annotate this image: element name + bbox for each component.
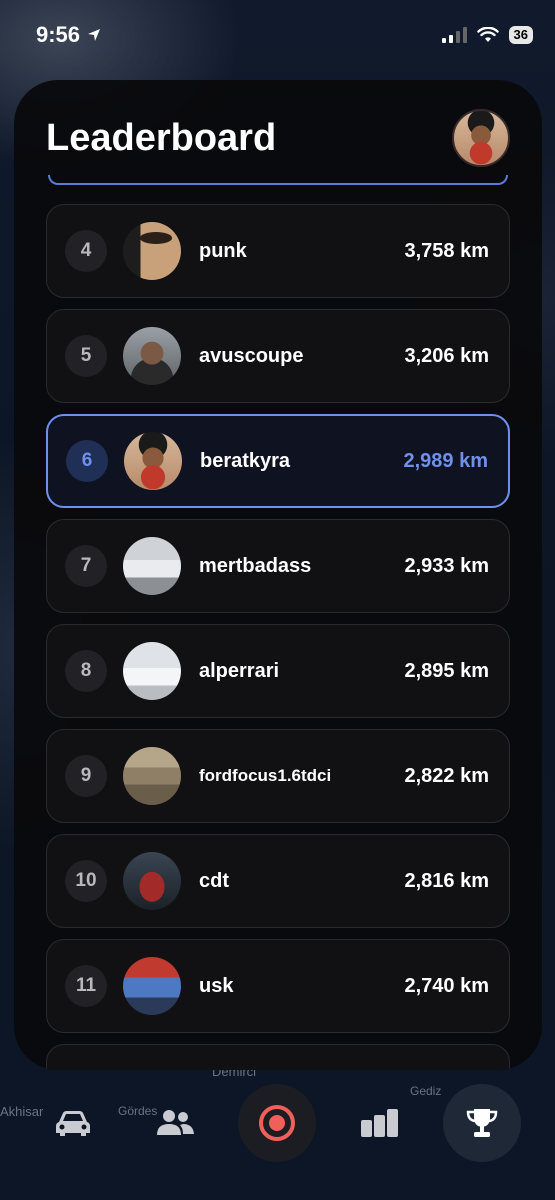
- username: punk: [199, 239, 247, 262]
- tab-stats[interactable]: [341, 1084, 419, 1162]
- distance-value: 3,758 km: [404, 239, 489, 262]
- wifi-icon: [476, 27, 499, 42]
- status-time-text: 9:56: [36, 22, 81, 47]
- leaderboard-row[interactable]: 10 cdt 2,816 km: [46, 834, 510, 928]
- username: usk: [199, 974, 234, 997]
- rank-badge: 5: [65, 335, 107, 377]
- avatar: [123, 957, 181, 1015]
- avatar: [123, 327, 181, 385]
- avatar: [124, 432, 182, 490]
- people-icon: [157, 1109, 195, 1135]
- trophy-icon: [466, 1108, 498, 1137]
- cellular-signal-icon: [441, 27, 467, 43]
- leaderboard-row[interactable]: 9 fordfocus1.6tdci 2,822 km: [46, 729, 510, 823]
- record-target-icon: [259, 1104, 296, 1141]
- profile-avatar[interactable]: [452, 109, 510, 167]
- distance-value: 2,933 km: [404, 554, 489, 577]
- panel-header: Leaderboard: [14, 80, 542, 180]
- bar-chart-icon: [360, 1108, 398, 1137]
- distance-value: 3,206 km: [404, 344, 489, 367]
- tab-garage[interactable]: [34, 1084, 112, 1162]
- status-time: 9:56: [36, 22, 102, 48]
- bottom-tab-bar: [0, 1080, 555, 1165]
- leaderboard-row-partial[interactable]: [46, 1044, 510, 1070]
- leaderboard-panel: Leaderboard 4 punk 3,758 km 5 avuscoupe …: [14, 80, 542, 1070]
- distance-value: 2,989 km: [403, 449, 488, 472]
- rank-badge: 4: [65, 230, 107, 272]
- tab-friends[interactable]: [136, 1084, 214, 1162]
- rank-badge: 11: [65, 965, 107, 1007]
- username: mertbadass: [199, 554, 312, 577]
- avatar: [123, 537, 181, 595]
- rank-badge: 7: [65, 545, 107, 587]
- page-title: Leaderboard: [46, 116, 277, 159]
- tab-leaderboard[interactable]: [442, 1083, 521, 1162]
- avatar: [123, 747, 181, 805]
- rank-badge: 9: [65, 755, 107, 797]
- avatar: [123, 222, 181, 280]
- avatar: [123, 852, 181, 910]
- leaderboard-row[interactable]: 4 punk 3,758 km: [46, 204, 510, 298]
- battery-indicator: 36: [508, 26, 533, 44]
- rank-badge: 8: [65, 650, 107, 692]
- username: alperrari: [199, 659, 280, 682]
- leaderboard-row[interactable]: 7 mertbadass 2,933 km: [46, 519, 510, 613]
- distance-value: 2,740 km: [404, 974, 489, 997]
- username: avuscoupe: [199, 344, 304, 367]
- leaderboard-row-current-user[interactable]: 6 beratkyra 2,989 km: [46, 414, 510, 508]
- username: fordfocus1.6tdci: [199, 766, 332, 785]
- status-right: 36: [441, 26, 533, 44]
- avatar: [123, 642, 181, 700]
- distance-value: 2,895 km: [404, 659, 489, 682]
- tab-record[interactable]: [238, 1083, 317, 1162]
- status-bar: 9:56 36: [0, 0, 555, 70]
- leaderboard-row[interactable]: 5 avuscoupe 3,206 km: [46, 309, 510, 403]
- car-icon: [56, 1110, 91, 1136]
- username: cdt: [199, 869, 229, 892]
- previous-row-edge: [48, 175, 508, 185]
- leaderboard-row[interactable]: 11 usk 2,740 km: [46, 939, 510, 1033]
- rank-badge: 6: [66, 440, 108, 482]
- leaderboard-row[interactable]: 8 alperrari 2,895 km: [46, 624, 510, 718]
- location-arrow-icon: [88, 29, 101, 41]
- username: beratkyra: [200, 449, 291, 472]
- distance-value: 2,822 km: [404, 764, 489, 787]
- rank-badge: 10: [65, 860, 107, 902]
- distance-value: 2,816 km: [404, 869, 489, 892]
